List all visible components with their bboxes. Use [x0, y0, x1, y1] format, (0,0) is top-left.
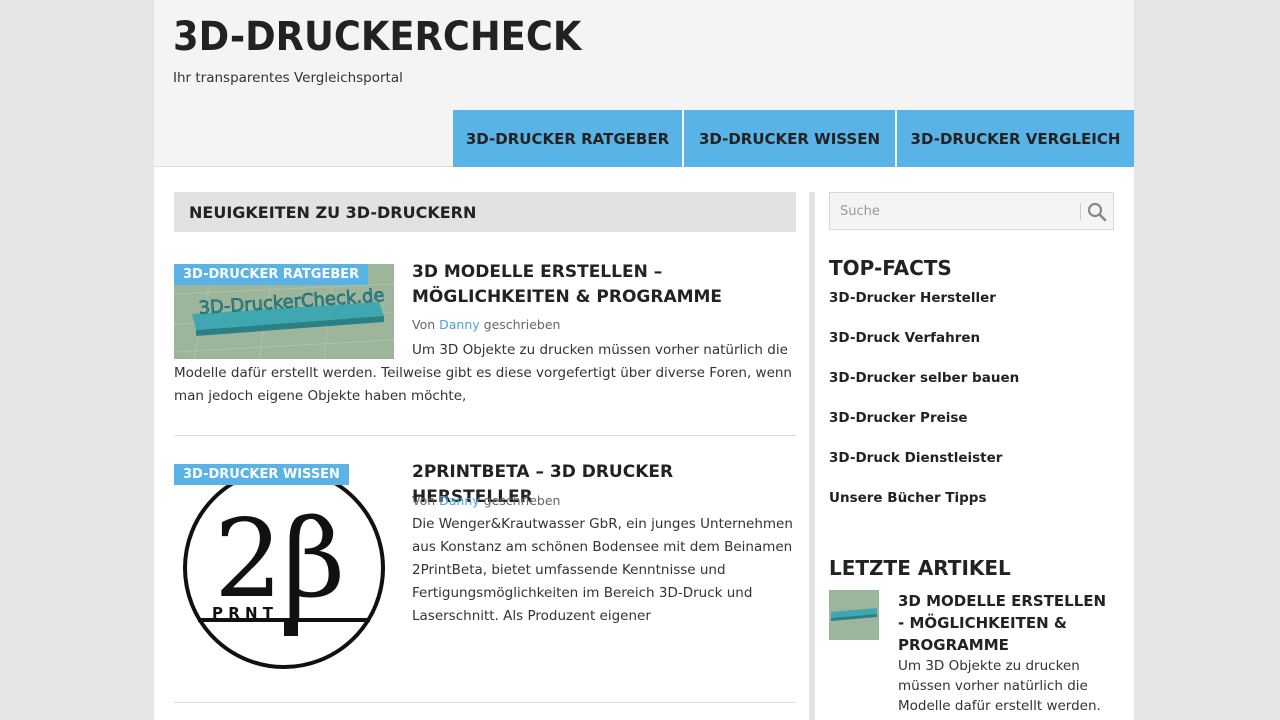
- nav-item-vergleich[interactable]: 3D-DRUCKER VERGLEICH: [897, 110, 1134, 167]
- post-title[interactable]: 3D MODELLE ERSTELLEN – MÖGLICHKEITEN & P…: [412, 260, 796, 310]
- sidebar: TOP-FACTS 3D-Drucker Hersteller 3D-Druck…: [829, 192, 1114, 714]
- latest-article-excerpt: Um 3D Objekte zu drucken müssen vorher n…: [898, 658, 1101, 714]
- page-wrapper: 3D-DRUCKERCHECK Ihr transparentes Vergle…: [154, 0, 1134, 720]
- brand-logo-image: 2β P R N T: [183, 467, 385, 669]
- category-badge[interactable]: 3D-DRUCKER RATGEBER: [174, 264, 369, 285]
- facts-link[interactable]: 3D-Druck Dienstleister: [829, 450, 1019, 490]
- nav-item-wissen[interactable]: 3D-DRUCKER WISSEN: [684, 110, 895, 167]
- meta-prefix: Von: [412, 493, 436, 508]
- main-nav: 3D-DRUCKER RATGEBER 3D-DRUCKER WISSEN 3D…: [453, 110, 1134, 167]
- meta-suffix: geschrieben: [483, 317, 561, 332]
- facts-link[interactable]: 3D-Drucker selber bauen: [829, 370, 1019, 410]
- latest-articles-title: LETZTE ARTIKEL: [829, 556, 1011, 580]
- post-thumbnail[interactable]: 2β P R N T 3D-DRUCKER WISSEN: [174, 464, 394, 674]
- search-input[interactable]: [830, 193, 1080, 229]
- top-facts-list: 3D-Drucker Hersteller 3D-Druck Verfahren…: [829, 290, 1019, 530]
- facts-link[interactable]: 3D-Drucker Hersteller: [829, 290, 1019, 330]
- nav-item-ratgeber[interactable]: 3D-DRUCKER RATGEBER: [453, 110, 682, 167]
- category-badge[interactable]: 3D-DRUCKER WISSEN: [174, 464, 349, 485]
- post-thumbnail[interactable]: 3D-DruckerCheck.de 3D-DRUCKER RATGEBER: [174, 264, 394, 359]
- post-excerpt-continued: Modelle dafür erstellt werden. Teilweise…: [174, 365, 792, 404]
- latest-article-thumbnail[interactable]: [829, 590, 879, 640]
- meta-prefix: Von: [412, 317, 436, 332]
- model-image: [829, 590, 879, 640]
- post-excerpt: Die Wenger&Krautwasser GbR, ein junges U…: [412, 516, 793, 624]
- facts-link[interactable]: Unsere Bücher Tipps: [829, 490, 1019, 530]
- facts-link[interactable]: 3D-Drucker Preise: [829, 410, 1019, 450]
- column-divider: [809, 192, 815, 720]
- top-facts-title: TOP-FACTS: [829, 256, 952, 280]
- section-title: NEUIGKEITEN ZU 3D-DRUCKERN: [174, 192, 796, 232]
- post-excerpt: Um 3D Objekte zu drucken müssen vorher n…: [412, 342, 788, 358]
- main-content: NEUIGKEITEN ZU 3D-DRUCKERN: [174, 192, 796, 232]
- search-separator: [1080, 203, 1081, 220]
- post-divider: [174, 435, 796, 436]
- facts-link[interactable]: 3D-Druck Verfahren: [829, 330, 1019, 370]
- post-divider: [174, 702, 796, 703]
- post-meta: Von Danny geschrieben: [412, 317, 560, 332]
- search-icon[interactable]: [1087, 202, 1107, 222]
- author-link[interactable]: Danny: [439, 317, 480, 332]
- site-header: 3D-DRUCKERCHECK Ihr transparentes Vergle…: [154, 0, 1134, 167]
- latest-article-title[interactable]: 3D MODELLE ERSTELLEN - MÖGLICHKEITEN & P…: [898, 590, 1114, 656]
- post-meta: Von Danny geschrieben: [412, 493, 560, 508]
- logo-subtext: P R N T: [212, 604, 274, 622]
- site-title[interactable]: 3D-DRUCKERCHECK: [173, 14, 581, 60]
- site-tagline: Ihr transparentes Vergleichsportal: [173, 70, 403, 86]
- search-form: [829, 192, 1114, 230]
- author-link[interactable]: Danny: [439, 493, 480, 508]
- meta-suffix: geschrieben: [483, 493, 561, 508]
